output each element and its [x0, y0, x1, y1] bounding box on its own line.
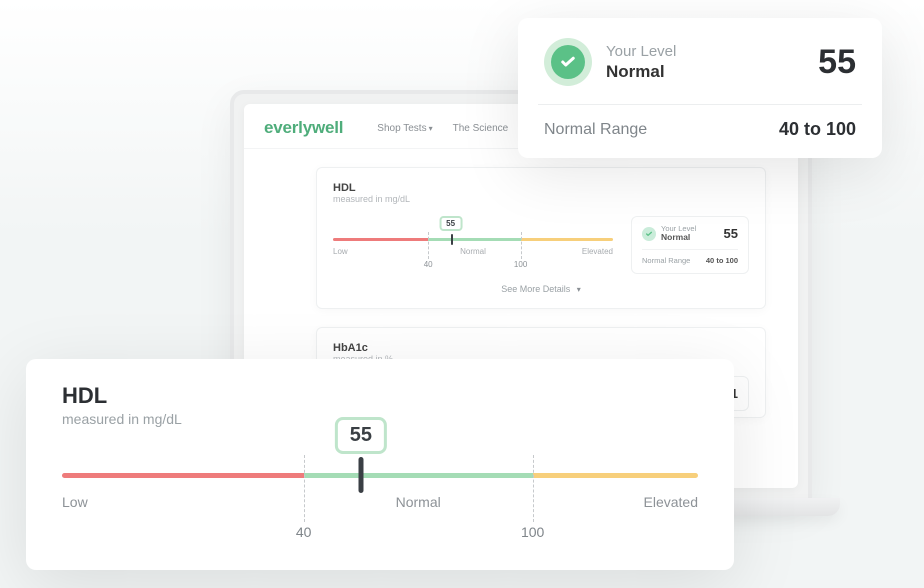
level-label: Your Level — [606, 43, 804, 60]
nav-item-label: The Science — [453, 123, 509, 134]
panel-title: HbA1c — [333, 342, 749, 354]
range-label-low: Low — [62, 494, 88, 510]
nav-menu: Shop Tests ▾ The Science — [377, 123, 508, 134]
level-value: 55 — [818, 43, 856, 82]
result-panel-hdl: HDL measured in mg/dL 55 — [316, 167, 766, 309]
card-title: HDL — [62, 383, 698, 409]
range-tick-high: 100 — [514, 260, 527, 269]
range-label: Normal Range — [642, 256, 690, 265]
see-more-button[interactable]: See More Details ▾ — [333, 274, 749, 298]
nav-item-science[interactable]: The Science — [453, 123, 509, 134]
level-status: Normal — [661, 233, 696, 242]
value-marker — [451, 234, 453, 245]
range-scale: 55 Low Normal Elevated 40 100 — [62, 473, 698, 542]
range-label-elevated: Elevated — [582, 247, 613, 256]
range-label: Normal Range — [544, 121, 647, 139]
value-badge: 55 — [439, 216, 462, 231]
range-label-low: Low — [333, 247, 348, 256]
range-tick-low: 40 — [296, 524, 312, 540]
range-tick-high: 100 — [521, 524, 544, 540]
range-label-normal: Normal — [460, 247, 486, 256]
range-divider — [304, 455, 305, 522]
level-summary-card: Your Level Normal 55 Normal Range 40 to … — [518, 18, 882, 158]
value-badge: 55 — [335, 417, 387, 454]
range-segment-normal — [428, 238, 520, 241]
range-tick-low: 40 — [424, 260, 433, 269]
nav-item-label: Shop Tests — [377, 123, 426, 134]
range-segment-normal — [304, 473, 533, 478]
brand-logo[interactable]: everlywell — [264, 118, 343, 138]
divider — [538, 104, 862, 105]
check-icon — [642, 227, 656, 241]
range-segment-low — [62, 473, 304, 478]
level-value: 55 — [724, 226, 738, 241]
value-marker — [358, 457, 363, 493]
check-icon — [544, 38, 592, 86]
chevron-down-icon: ▾ — [577, 285, 581, 294]
range-segment-elevated — [533, 473, 698, 478]
range-value: 40 to 100 — [706, 256, 738, 265]
chevron-down-icon: ▾ — [429, 124, 433, 133]
range-label-elevated: Elevated — [644, 494, 698, 510]
see-more-label: See More Details — [501, 284, 570, 294]
panel-title: HDL — [333, 182, 749, 194]
range-scale: 55 Low Normal Elevated 40 100 — [333, 218, 613, 272]
hdl-detail-card: HDL measured in mg/dL 55 Low Normal Elev… — [26, 359, 734, 570]
nav-item-shop[interactable]: Shop Tests ▾ — [377, 123, 432, 134]
level-status: Normal — [606, 62, 804, 82]
range-value: 40 to 100 — [779, 119, 856, 140]
range-segment-elevated — [521, 238, 613, 241]
level-card: Your Level Normal 55 Normal Range 40 to … — [631, 216, 749, 274]
range-segment-low — [333, 238, 428, 241]
panel-subtitle: measured in mg/dL — [333, 194, 749, 204]
range-divider — [533, 455, 534, 522]
range-label-normal: Normal — [396, 494, 441, 510]
